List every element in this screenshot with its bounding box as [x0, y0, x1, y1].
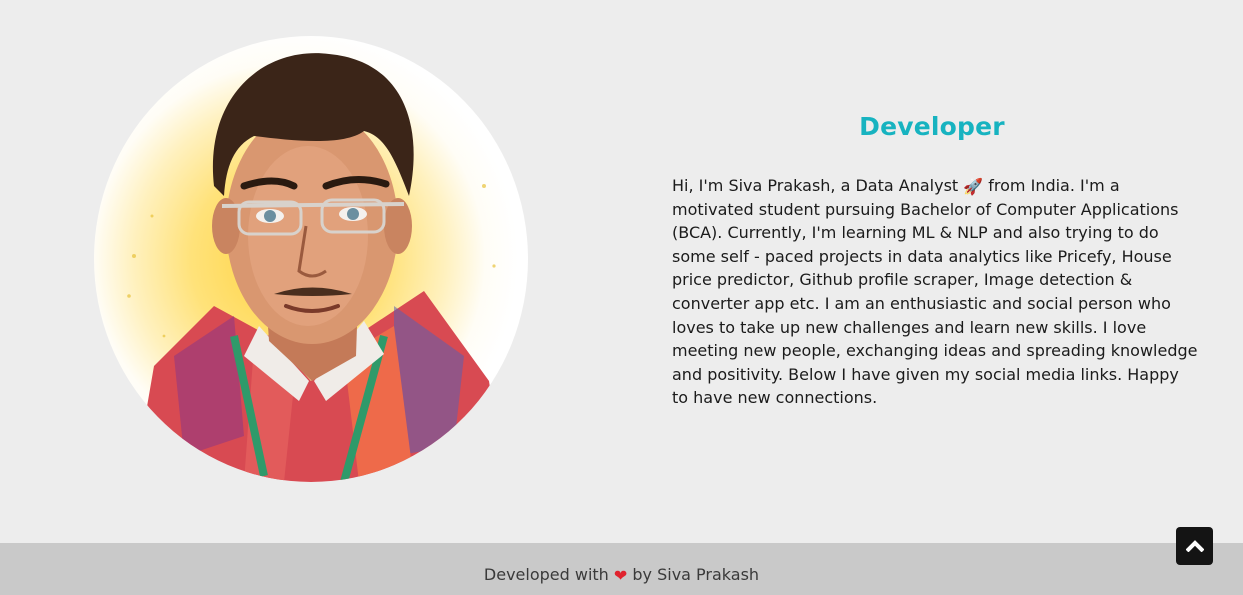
footer-credit: Developed with ❤ by Siva Prakash	[0, 565, 1243, 585]
heart-icon: ❤	[613, 566, 628, 585]
about-page: Developer Hi, I'm Siva Prakash, a Data A…	[0, 0, 1243, 595]
bio-paragraph: Hi, I'm Siva Prakash, a Data Analyst 🚀 f…	[672, 174, 1200, 410]
rocket-icon: 🚀	[963, 177, 984, 196]
footer-text-before: Developed with	[483, 565, 614, 584]
footer-text-after: by Siva Prakash	[627, 565, 760, 584]
profile-avatar	[94, 36, 528, 482]
profile-portrait-illustration	[127, 53, 504, 482]
back-to-top-button[interactable]	[1176, 527, 1213, 565]
bio-text-body: from India. I'm a motivated student purs…	[672, 176, 1198, 408]
bio-text-intro: Hi, I'm Siva Prakash, a Data Analyst	[672, 176, 964, 195]
chevron-up-icon	[1185, 540, 1204, 552]
footer: Developed with ❤ by Siva Prakash	[0, 543, 1243, 595]
page-title: Developer	[859, 112, 1005, 141]
